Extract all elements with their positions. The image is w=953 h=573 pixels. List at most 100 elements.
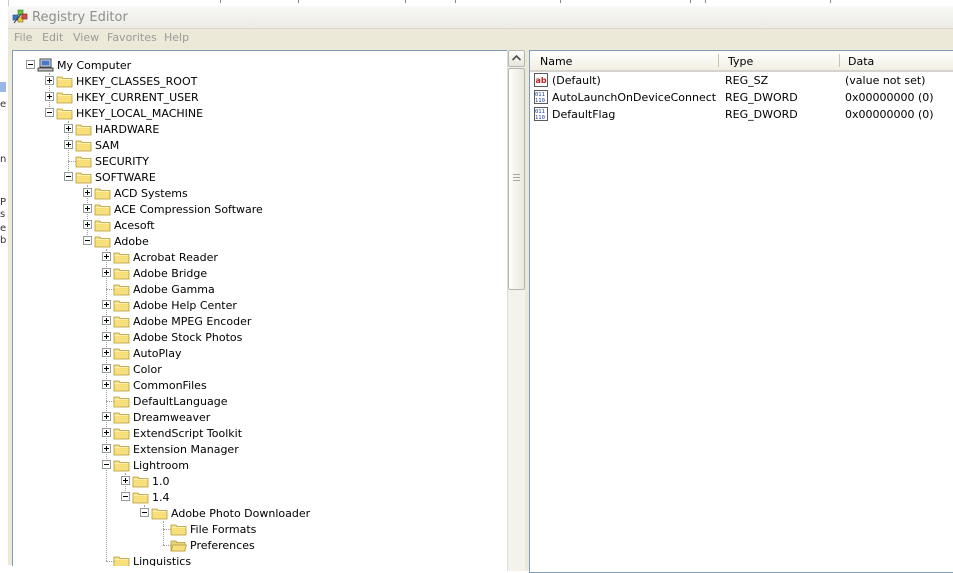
menu-file[interactable]: File xyxy=(14,31,32,44)
expand-icon[interactable] xyxy=(83,188,92,197)
expand-icon[interactable] xyxy=(83,220,92,229)
folder-icon xyxy=(75,124,92,136)
tree-node[interactable]: My Computer xyxy=(13,57,503,73)
title-bar: Registry Editor xyxy=(8,6,953,29)
menu-help[interactable]: Help xyxy=(164,31,189,44)
tree-node-label: HKEY_LOCAL_MACHINE xyxy=(76,107,204,120)
expand-icon[interactable] xyxy=(45,76,54,85)
scroll-thumb[interactable] xyxy=(508,68,525,290)
folder-icon xyxy=(151,508,168,520)
string-value-icon: ab xyxy=(534,73,548,87)
tree-node[interactable]: Preferences xyxy=(13,537,503,553)
tree-node[interactable]: Acrobat Reader xyxy=(13,249,503,265)
tree-node[interactable]: Lightroom xyxy=(13,457,503,473)
value-row[interactable]: 011 110 AutoLaunchOnDeviceConnect REG_DW… xyxy=(530,89,953,106)
open-folder-icon xyxy=(170,540,187,552)
tree-node[interactable]: Acesoft xyxy=(13,217,503,233)
value-row[interactable]: ab (Default) REG_SZ (value not set) xyxy=(530,72,953,89)
tree-node[interactable]: HARDWARE xyxy=(13,121,503,137)
expand-icon[interactable] xyxy=(102,428,111,437)
collapse-icon[interactable] xyxy=(121,492,130,501)
tree-node[interactable]: HKEY_CLASSES_ROOT xyxy=(13,73,503,89)
collapse-icon[interactable] xyxy=(140,508,149,517)
folder-icon xyxy=(113,380,130,392)
column-header-name[interactable]: Name xyxy=(540,55,572,68)
tree-node-label: SECURITY xyxy=(95,155,149,168)
folder-icon xyxy=(56,92,73,104)
collapse-icon[interactable] xyxy=(26,60,35,69)
column-header-type[interactable]: Type xyxy=(728,55,753,68)
svg-text:ab: ab xyxy=(536,76,547,85)
expand-icon[interactable] xyxy=(102,252,111,261)
tree-node[interactable]: File Formats xyxy=(13,521,503,537)
tree-node-label: Adobe Photo Downloader xyxy=(171,507,311,520)
tree-node-label: SOFTWARE xyxy=(95,171,156,184)
expand-icon[interactable] xyxy=(102,444,111,453)
tree-node[interactable]: Adobe Bridge xyxy=(13,265,503,281)
column-header-data[interactable]: Data xyxy=(848,55,874,68)
expand-icon[interactable] xyxy=(102,268,111,277)
collapse-icon[interactable] xyxy=(83,236,92,245)
tree-node[interactable]: 1.4 xyxy=(13,489,503,505)
expand-icon[interactable] xyxy=(102,348,111,357)
tree-node[interactable]: Color xyxy=(13,361,503,377)
tree-node[interactable]: HKEY_CURRENT_USER xyxy=(13,89,503,105)
expand-icon[interactable] xyxy=(121,476,130,485)
tree-node-label: Lightroom xyxy=(133,459,189,472)
tree-node[interactable]: Dreamweaver xyxy=(13,409,503,425)
tree-node[interactable]: Adobe Help Center xyxy=(13,297,503,313)
menu-view[interactable]: View xyxy=(73,31,99,44)
folder-icon xyxy=(113,428,130,440)
tree-node-label: HKEY_CLASSES_ROOT xyxy=(76,75,198,88)
collapse-icon[interactable] xyxy=(45,108,54,117)
expand-icon[interactable] xyxy=(102,364,111,373)
tree-node[interactable]: Extension Manager xyxy=(13,441,503,457)
scroll-up-button[interactable] xyxy=(508,50,525,67)
tree-node[interactable]: Linguistics xyxy=(13,553,503,566)
tree-node-label: My Computer xyxy=(57,59,132,72)
tree-node[interactable]: CommonFiles xyxy=(13,377,503,393)
expand-icon[interactable] xyxy=(64,140,73,149)
expand-icon[interactable] xyxy=(102,332,111,341)
folder-icon xyxy=(75,156,92,168)
expand-icon[interactable] xyxy=(102,412,111,421)
tree-node[interactable]: Adobe Gamma xyxy=(13,281,503,297)
tree-node[interactable]: Adobe MPEG Encoder xyxy=(13,313,503,329)
expand-icon[interactable] xyxy=(45,92,54,101)
tree-node-label: Preferences xyxy=(190,539,255,552)
tree-node[interactable]: AutoPlay xyxy=(13,345,503,361)
values-list[interactable]: Name Type Data ab (Default) REG_SZ (valu… xyxy=(529,50,953,573)
expand-icon[interactable] xyxy=(83,204,92,213)
tree-node[interactable]: SECURITY xyxy=(13,153,503,169)
value-row[interactable]: 011 110 DefaultFlag REG_DWORD 0x00000000… xyxy=(530,106,953,123)
collapse-icon[interactable] xyxy=(102,460,111,469)
tree-node-label: 1.4 xyxy=(152,491,170,504)
tree-node[interactable]: HKEY_LOCAL_MACHINE xyxy=(13,105,503,121)
computer-icon xyxy=(37,58,54,72)
tree-node[interactable]: Adobe Stock Photos xyxy=(13,329,503,345)
menu-edit[interactable]: Edit xyxy=(42,31,63,44)
tree-node[interactable]: DefaultLanguage xyxy=(13,393,503,409)
tree-node[interactable]: 1.0 xyxy=(13,473,503,489)
value-data: 0x00000000 (0) xyxy=(845,108,934,121)
expand-icon[interactable] xyxy=(102,380,111,389)
tree-node-label: HARDWARE xyxy=(95,123,160,136)
tree-node-label: AutoPlay xyxy=(133,347,182,360)
folder-icon xyxy=(75,172,92,184)
expand-icon[interactable] xyxy=(64,124,73,133)
tree-node[interactable]: ACE Compression Software xyxy=(13,201,503,217)
folder-icon xyxy=(113,412,130,424)
expand-icon[interactable] xyxy=(102,300,111,309)
value-type: REG_DWORD xyxy=(725,91,798,104)
tree-node[interactable]: ExtendScript Toolkit xyxy=(13,425,503,441)
tree-node[interactable]: SAM xyxy=(13,137,503,153)
expand-icon[interactable] xyxy=(102,316,111,325)
tree-vertical-scrollbar[interactable] xyxy=(507,50,525,571)
tree-node[interactable]: ACD Systems xyxy=(13,185,503,201)
tree-node[interactable]: Adobe Photo Downloader xyxy=(13,505,503,521)
menu-favorites[interactable]: Favorites xyxy=(107,31,157,44)
collapse-icon[interactable] xyxy=(64,172,73,181)
tree-node[interactable]: Adobe xyxy=(13,233,503,249)
registry-key-tree[interactable]: My Computer HKEY_CLASSES_ROOT HKEY_CURRENT… xyxy=(12,50,510,566)
tree-node[interactable]: SOFTWARE xyxy=(13,169,503,185)
